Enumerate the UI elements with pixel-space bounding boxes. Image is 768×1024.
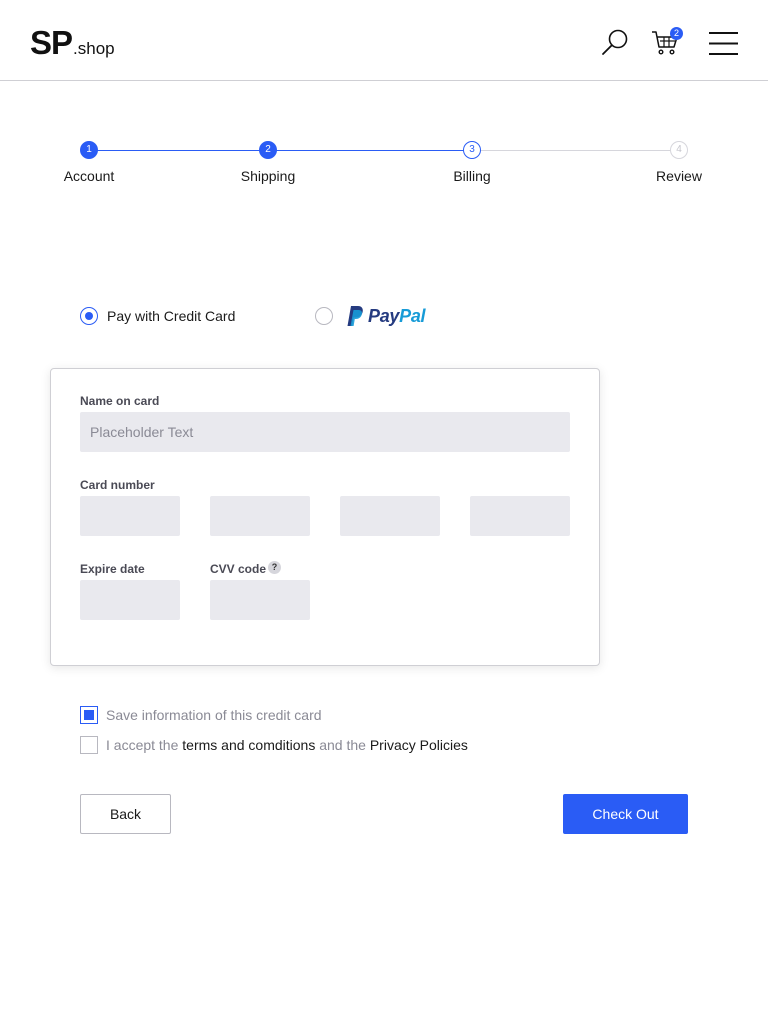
card-number-field-4[interactable] [470,496,570,536]
save-card-checkbox[interactable] [80,706,98,724]
step-2-label[interactable]: Shipping [241,168,296,184]
card-number-field-1[interactable] [80,496,180,536]
check-out-button[interactable]: Check Out [563,794,688,834]
save-card-label[interactable]: Save information of this credit card [106,707,322,723]
logo[interactable]: SP .shop [30,24,115,62]
cvv-help-icon[interactable]: ? [268,561,281,574]
privacy-policies-link[interactable]: Privacy Policies [370,737,468,753]
credit-card-label[interactable]: Pay with Credit Card [107,308,235,324]
name-on-card-input[interactable] [80,412,570,452]
paypal-wordmark: PayPal [368,305,426,326]
step-4-label[interactable]: Review [656,168,702,184]
accept-terms-checkbox[interactable] [80,736,98,754]
card-number-label: Card number [80,478,155,492]
logo-main: SP [30,24,73,61]
terms-link[interactable]: terms and comditions [182,737,315,753]
credit-card-radio[interactable] [80,307,98,325]
card-number-field-3[interactable] [340,496,440,536]
search-icon[interactable] [600,28,630,58]
logo-sub: .shop [73,39,115,58]
accept-middle-text: and the [319,737,366,753]
paypal-logo[interactable]: PayPal [346,305,426,327]
cvv-code-input[interactable] [210,580,310,620]
menu-icon[interactable] [708,30,739,57]
back-button[interactable]: Back [80,794,171,834]
card-number-field-2[interactable] [210,496,310,536]
step-1-dot[interactable]: 1 [80,141,98,159]
header: SP .shop 2 [0,0,768,81]
credit-card-form: Name on card Card number Expire date CVV… [50,368,600,666]
paypal-icon [347,306,363,326]
step-connector-2-3 [268,150,472,151]
accept-prefix-text: I accept the [106,737,179,753]
checkout-stepper: 1 2 3 4 Account Shipping Billing Review [0,140,768,200]
name-on-card-label: Name on card [80,394,160,408]
step-connector-1-2 [89,150,268,151]
step-1-label[interactable]: Account [64,168,115,184]
accept-terms-text: I accept the terms and comditions and th… [106,737,468,753]
step-3-dot[interactable]: 3 [463,141,481,159]
paypal-radio[interactable] [315,307,333,325]
cart-count-badge: 2 [670,27,683,40]
step-connector-3-4 [472,150,679,151]
step-2-dot[interactable]: 2 [259,141,277,159]
expire-date-input[interactable] [80,580,180,620]
expire-date-label: Expire date [80,562,145,576]
cvv-code-label: CVV code [210,562,267,576]
step-3-label[interactable]: Billing [453,168,490,184]
step-4-dot[interactable]: 4 [670,141,688,159]
